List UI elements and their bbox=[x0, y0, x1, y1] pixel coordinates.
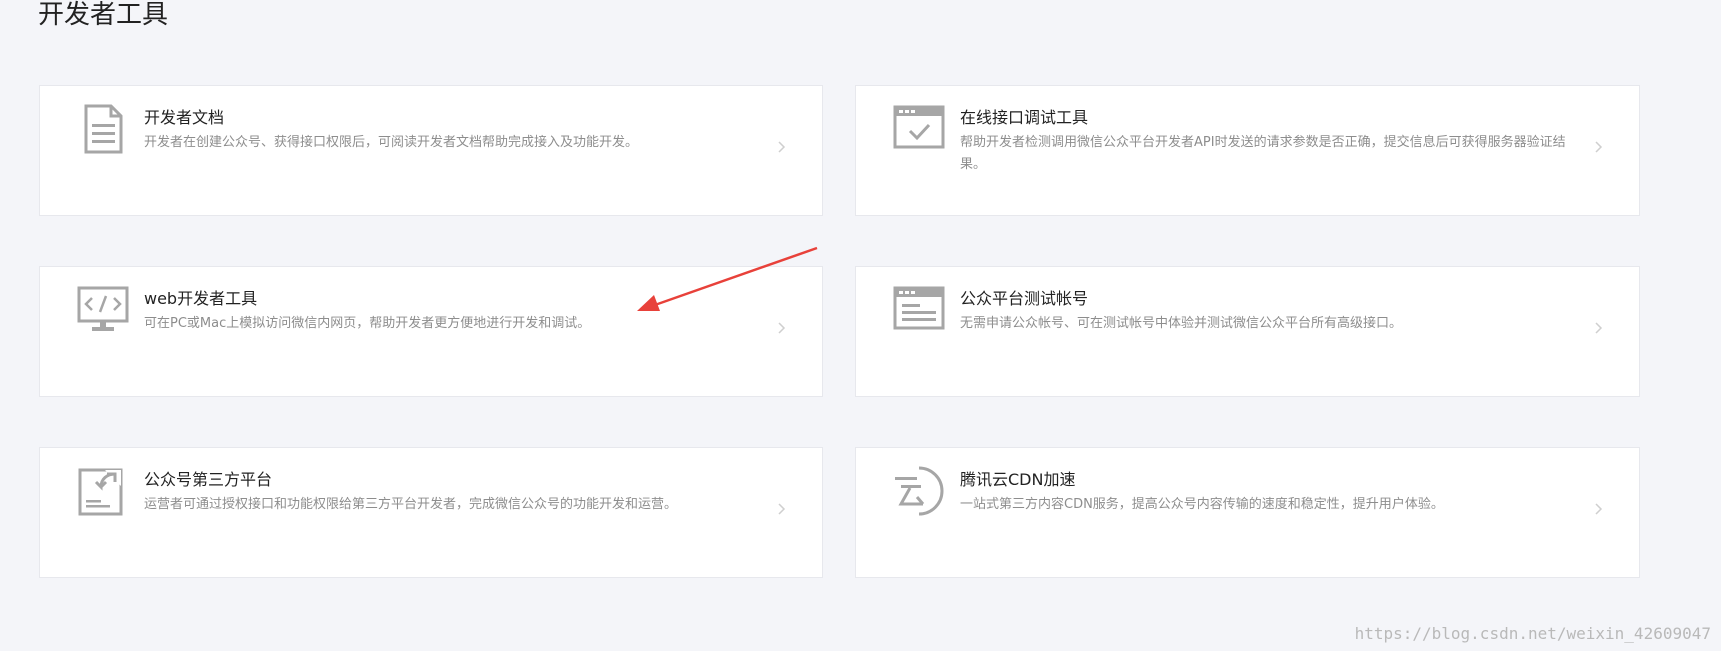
page: 开发者工具 开发者文档 开发者在创建公众号、获得接口权限后，可阅读开发者文档帮助… bbox=[0, 0, 1721, 651]
chevron-right-icon bbox=[1593, 500, 1605, 518]
card-description: 一站式第三方内容CDN服务，提高公众号内容传输的速度和稳定性，提升用户体验。 bbox=[960, 497, 1444, 512]
card-title: 在线接口调试工具 bbox=[960, 108, 1089, 127]
chevron-right-icon bbox=[1593, 138, 1605, 156]
window-check-icon bbox=[893, 104, 945, 154]
annotation-arrow-icon bbox=[637, 246, 818, 311]
watermark: https://blog.csdn.net/weixin_42609047 bbox=[1354, 624, 1711, 643]
page-title: 开发者工具 bbox=[38, 0, 169, 30]
card-title: 公众平台测试帐号 bbox=[960, 289, 1089, 308]
chevron-right-icon bbox=[1593, 319, 1605, 337]
chevron-right-icon bbox=[776, 138, 788, 156]
card-third-party-platform[interactable]: 公众号第三方平台 运营者可通过授权接口和功能权限给第三方平台开发者，完成微信公众… bbox=[39, 447, 823, 578]
third-party-doc-icon bbox=[77, 466, 129, 516]
card-description: 开发者在创建公众号、获得接口权限后，可阅读开发者文档帮助完成接入及功能开发。 bbox=[144, 135, 639, 150]
cloud-cdn-icon bbox=[893, 466, 945, 516]
card-description: 无需申请公众帐号、可在测试帐号中体验并测试微信公众平台所有高级接口。 bbox=[960, 316, 1403, 331]
test-window-icon bbox=[893, 285, 945, 335]
chevron-right-icon bbox=[776, 500, 788, 518]
code-monitor-icon bbox=[77, 285, 129, 335]
card-title: web开发者工具 bbox=[144, 289, 258, 308]
card-developer-docs[interactable]: 开发者文档 开发者在创建公众号、获得接口权限后，可阅读开发者文档帮助完成接入及功… bbox=[39, 85, 823, 216]
card-description: 帮助开发者检测调用微信公众平台开发者API时发送的请求参数是否正确，提交信息后可… bbox=[960, 135, 1566, 172]
card-description: 运营者可通过授权接口和功能权限给第三方平台开发者，完成微信公众号的功能开发和运营… bbox=[144, 497, 678, 512]
card-online-api-debug[interactable]: 在线接口调试工具 帮助开发者检测调用微信公众平台开发者API时发送的请求参数是否… bbox=[855, 85, 1640, 216]
card-title: 公众号第三方平台 bbox=[144, 470, 273, 489]
card-test-account[interactable]: 公众平台测试帐号 无需申请公众帐号、可在测试帐号中体验并测试微信公众平台所有高级… bbox=[855, 266, 1640, 397]
card-title: 开发者文档 bbox=[144, 108, 225, 127]
card-tencent-cloud-cdn[interactable]: 腾讯云CDN加速 一站式第三方内容CDN服务，提高公众号内容传输的速度和稳定性，… bbox=[855, 447, 1640, 578]
card-title: 腾讯云CDN加速 bbox=[960, 470, 1076, 489]
tool-grid: 开发者文档 开发者在创建公众号、获得接口权限后，可阅读开发者文档帮助完成接入及功… bbox=[39, 85, 1640, 578]
document-icon bbox=[77, 104, 129, 154]
